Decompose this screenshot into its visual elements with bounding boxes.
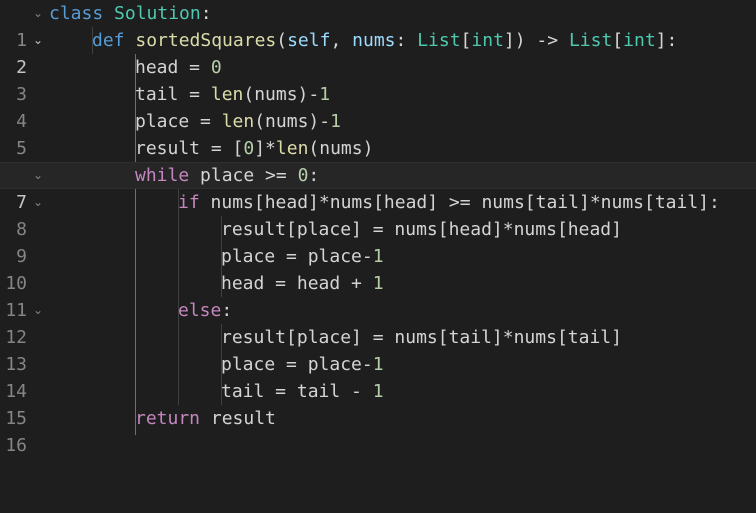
code-line-14[interactable]: 14 place = place-1 <box>0 351 756 402</box>
code-text: tail = len(nums)-1 <box>135 84 331 105</box>
code-line-5[interactable]: 5 place = len(nums)-1 <box>0 108 756 159</box>
code-line-1[interactable]: 1 ⌄ class Solution: <box>0 0 756 51</box>
code-text: else: <box>178 300 233 321</box>
code-line-2[interactable]: 2 ⌄ def sortedSquares(self, nums: List[i… <box>0 27 756 78</box>
code-line-15[interactable]: 15 tail = tail - 1 <box>0 378 756 429</box>
code-line-7[interactable]: 7 ⌄ while place >= 0: <box>0 162 756 213</box>
code-text: result[place] = nums[tail]*nums[tail] <box>221 327 622 348</box>
code-text: return result <box>135 408 276 429</box>
chevron-down-icon[interactable]: ⌄ <box>31 27 45 54</box>
code-text: place = len(nums)-1 <box>135 111 341 132</box>
code-text: while place >= 0: <box>135 165 320 186</box>
code-line-3[interactable]: 3 head = 0 <box>0 54 756 105</box>
code-line-8[interactable]: 8 ⌄ if nums[head]*nums[head] >= nums[tai… <box>0 189 756 240</box>
chevron-down-icon[interactable]: ⌄ <box>31 0 45 27</box>
chevron-down-icon[interactable]: ⌄ <box>31 162 45 189</box>
chevron-down-icon[interactable]: ⌄ <box>31 189 45 216</box>
code-text: head = head + 1 <box>221 273 384 294</box>
code-text: head = 0 <box>135 57 222 78</box>
code-line-11[interactable]: 11 head = head + 1 <box>0 270 756 321</box>
code-line-4[interactable]: 4 tail = len(nums)-1 <box>0 81 756 132</box>
code-text: result[place] = nums[head]*nums[head] <box>221 219 622 240</box>
line-number: 16 <box>5 435 27 456</box>
code-text: place = place-1 <box>221 354 384 375</box>
code-line-10[interactable]: 10 place = place-1 <box>0 243 756 294</box>
code-line-9[interactable]: 9 result[place] = nums[head]*nums[head] <box>0 216 756 267</box>
code-line-6[interactable]: 6 result = [0]*len(nums) <box>0 135 756 186</box>
code-text: class Solution: <box>49 3 212 24</box>
code-text: place = place-1 <box>221 246 384 267</box>
code-text: tail = tail - 1 <box>221 381 384 402</box>
code-text: def sortedSquares(self, nums: List[int])… <box>92 30 678 51</box>
code-text: result = [0]*len(nums) <box>135 138 374 159</box>
code-line-13[interactable]: 13 result[place] = nums[tail]*nums[tail] <box>0 324 756 375</box>
code-text: if nums[head]*nums[head] >= nums[tail]*n… <box>178 192 720 213</box>
code-editor[interactable]: 1 ⌄ class Solution: 2 ⌄ def sortedSquare… <box>0 0 756 456</box>
code-line-16[interactable]: 16 return result <box>0 405 756 456</box>
code-line-12[interactable]: 12 ⌄ else: <box>0 297 756 348</box>
chevron-down-icon[interactable]: ⌄ <box>31 297 45 324</box>
